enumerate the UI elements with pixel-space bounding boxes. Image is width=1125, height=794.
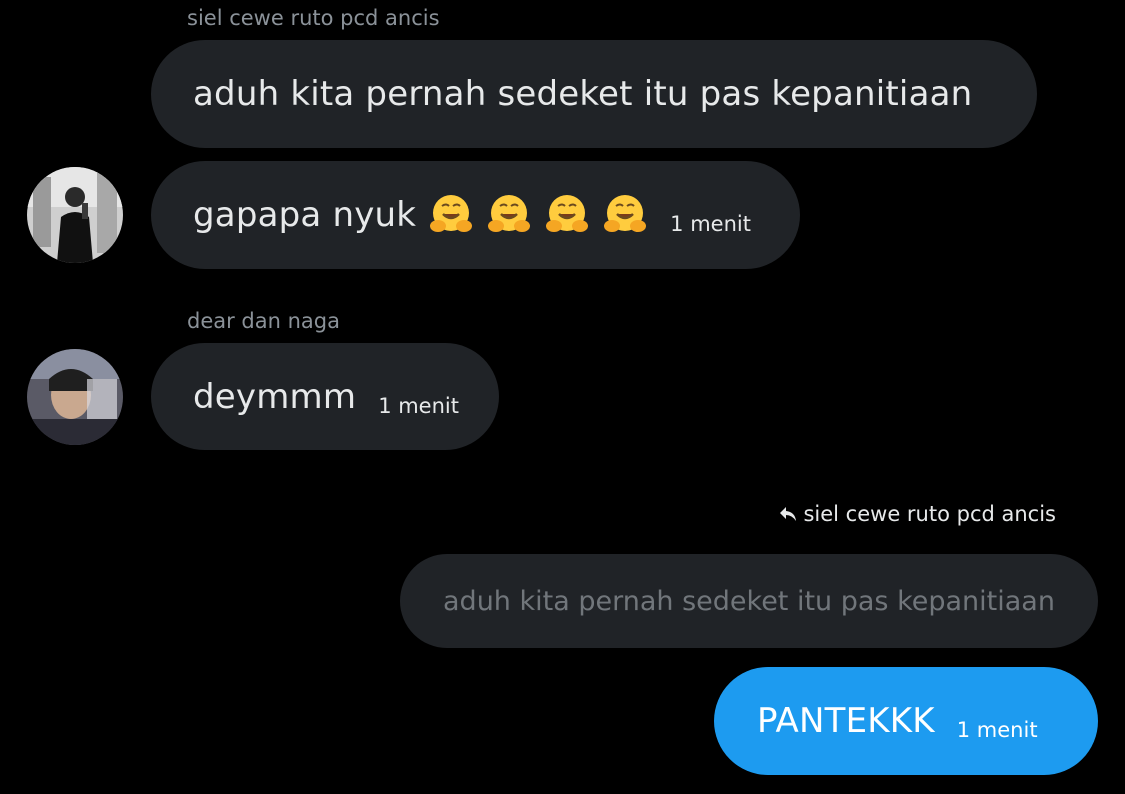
sender-name: siel cewe ruto pcd ancis [187, 6, 440, 30]
reply-reference[interactable]: siel cewe ruto pcd ancis [779, 502, 1056, 526]
reply-to-name: siel cewe ruto pcd ancis [803, 502, 1056, 526]
hugging-face-icon [488, 195, 531, 232]
message-time: 1 menit [956, 718, 1038, 742]
message-bubble[interactable]: gapapa nyuk 1 menit [151, 161, 800, 269]
hugging-face-icon [604, 195, 647, 232]
message-text: aduh kita pernah sedeket itu pas kepanit… [193, 74, 973, 114]
quoted-text: aduh kita pernah sedeket itu pas kepanit… [443, 585, 1055, 617]
message-text: PANTEKKK [757, 701, 935, 741]
sender-name: dear dan naga [187, 309, 340, 333]
message-time: 1 menit [670, 212, 751, 236]
avatar[interactable] [27, 349, 123, 445]
message-bubble[interactable]: aduh kita pernah sedeket itu pas kepanit… [151, 40, 1037, 148]
message-bubble[interactable]: deymmm 1 menit [151, 343, 499, 450]
avatar[interactable] [27, 167, 123, 263]
dm-conversation: siel cewe ruto pcd ancis aduh kita perna… [0, 0, 1125, 794]
reply-arrow-icon [780, 507, 797, 521]
avatar-photo [27, 349, 123, 445]
message-time: 1 menit [378, 393, 459, 418]
message-text: deymmm [193, 376, 357, 417]
emoji-row [416, 192, 648, 238]
hugging-face-icon [546, 195, 589, 232]
own-message-bubble[interactable]: PANTEKKK 1 menit [714, 667, 1098, 775]
quoted-message[interactable]: aduh kita pernah sedeket itu pas kepanit… [400, 554, 1098, 648]
hugging-face-icon [430, 195, 473, 232]
message-text: gapapa nyuk [193, 195, 417, 235]
avatar-photo [27, 167, 123, 263]
